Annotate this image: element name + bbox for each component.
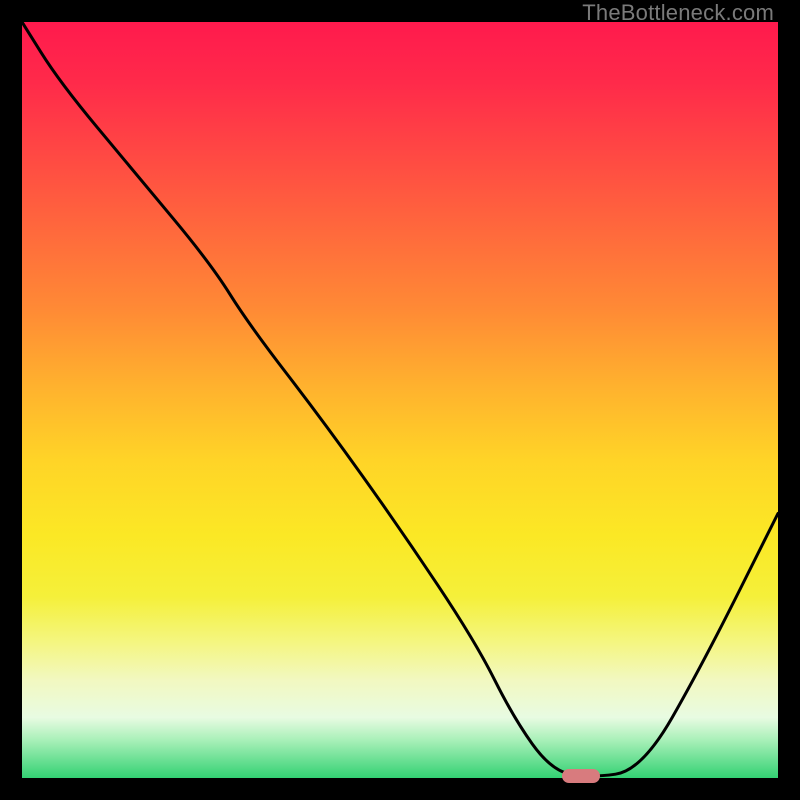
chart-plot-area <box>22 22 778 778</box>
chart-frame: TheBottleneck.com <box>0 0 800 800</box>
optimal-marker <box>562 769 600 783</box>
watermark-text: TheBottleneck.com <box>582 2 774 24</box>
